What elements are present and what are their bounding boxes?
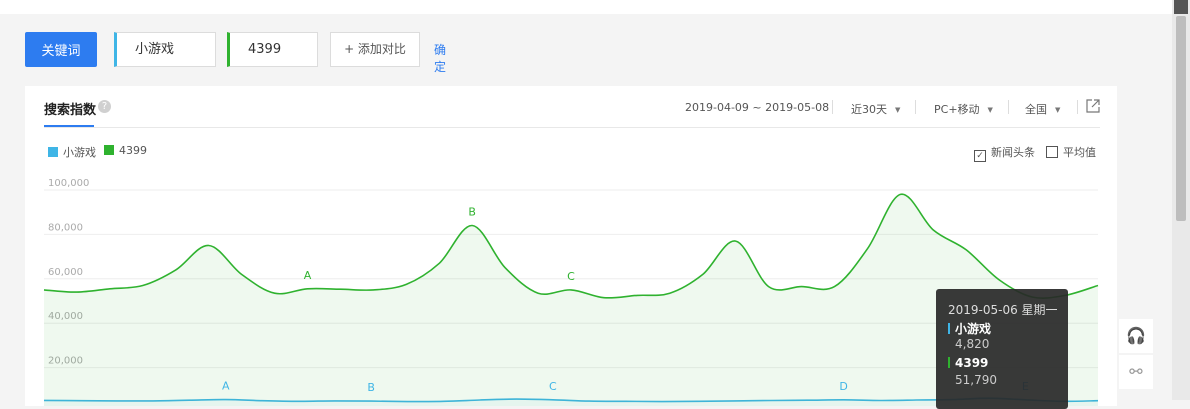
y-tick-label: 60,000 [48, 267, 83, 278]
keyword-input-1[interactable]: 小游戏 [114, 32, 216, 67]
scrollbar-top [1174, 0, 1188, 14]
share-icon[interactable]: ⚯ [1119, 355, 1153, 389]
annotation-marker[interactable]: B [367, 381, 375, 394]
add-compare-button[interactable]: + 添加对比 [330, 32, 420, 67]
annotation-marker[interactable]: C [549, 380, 557, 393]
tooltip-series2-value: 51,790 [955, 373, 997, 387]
tooltip-series1-value: 4,820 [955, 337, 990, 351]
chart-tooltip: 2019-05-06 星期一 小游戏 4,820 4399 51,790 [936, 289, 1068, 409]
confirm-link[interactable]: 确定 [434, 41, 446, 75]
tooltip-swatch [948, 357, 950, 368]
tooltip-swatch [948, 323, 950, 334]
annotation-marker[interactable]: A [304, 269, 312, 282]
tooltip-label: 小游戏 [955, 322, 992, 336]
scrollbar-thumb[interactable] [1176, 16, 1186, 221]
tooltip-series2-name: 4399 [948, 356, 988, 370]
y-tick-label: 100,000 [48, 178, 89, 189]
headset-icon[interactable]: 🎧 [1119, 319, 1153, 353]
annotation-marker[interactable]: C [567, 270, 575, 283]
keyword-input-2[interactable]: 4399 [227, 32, 318, 67]
annotation-marker[interactable]: D [839, 380, 847, 393]
annotation-marker[interactable]: B [468, 206, 476, 219]
keyword-button[interactable]: 关键词 [25, 32, 97, 67]
annotation-marker[interactable]: A [222, 380, 230, 393]
tooltip-date: 2019-05-06 星期一 [948, 303, 1058, 317]
scrollbar[interactable] [1172, 0, 1190, 400]
y-tick-label: 80,000 [48, 222, 83, 233]
top-strip [0, 0, 1172, 14]
tooltip-label: 4399 [955, 356, 989, 370]
tooltip-series1-name: 小游戏 [948, 320, 991, 337]
